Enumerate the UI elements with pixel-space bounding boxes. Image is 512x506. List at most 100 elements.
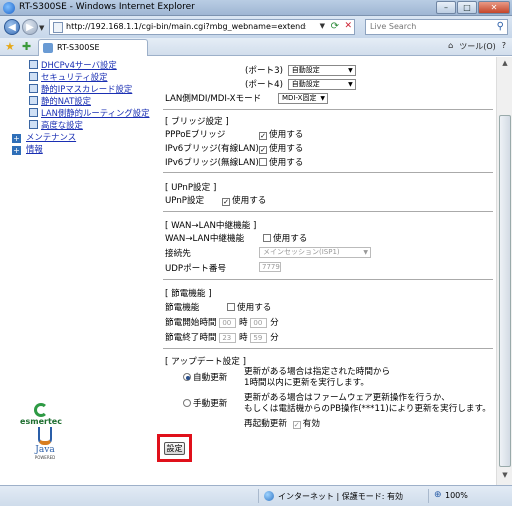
upnp-heading: [ UPnP設定 ] xyxy=(165,183,217,193)
expand-plus-icon[interactable]: + xyxy=(12,134,21,143)
sidebar-item-label[interactable]: 静的NAT設定 xyxy=(41,96,91,106)
zoom-level[interactable]: 100% xyxy=(445,491,468,500)
pppoe-bridge-checkbox-row[interactable]: ✓ 使用する xyxy=(259,128,303,140)
address-bar[interactable]: http://192.168.1.1/cgi-bin/main.cgi?mbg_… xyxy=(49,19,355,35)
sidebar-item-label[interactable]: LAN側静的ルーティング設定 xyxy=(41,108,149,118)
chevron-down-icon: ▼ xyxy=(348,81,353,88)
port4-select[interactable]: 自動設定 ▼ xyxy=(287,79,356,90)
mdi-select[interactable]: MDI-X固定 ▼ xyxy=(278,93,328,104)
refresh-icon[interactable]: ⟳ xyxy=(331,21,339,32)
power-start-min-input[interactable]: 00 xyxy=(250,317,268,328)
address-url[interactable]: http://192.168.1.1/cgi-bin/main.cgi?mbg_… xyxy=(66,22,306,31)
power-checkbox[interactable] xyxy=(227,303,235,311)
address-dropdown-icon[interactable]: ▼ xyxy=(320,22,325,30)
back-button[interactable]: ◀ xyxy=(4,19,20,35)
sidebar-item-info[interactable]: + 情報 xyxy=(12,143,162,155)
auto-update-label: 自動更新 xyxy=(193,373,228,383)
manual-update-radio-row[interactable]: 手動更新 xyxy=(183,397,227,409)
power-start-hour-input[interactable]: 00 xyxy=(219,317,237,328)
port3-value: 自動設定 xyxy=(291,66,320,74)
ipv6-wireless-checkbox[interactable] xyxy=(259,158,267,166)
sidebar-item-dhcpv4[interactable]: DHCPv4サーバ設定 xyxy=(12,59,162,71)
power-end-row: 節電終了時間 23 時 59 分 xyxy=(165,331,279,343)
wanlan-checkbox-row[interactable]: 使用する xyxy=(263,232,307,244)
auto-update-radio-row[interactable]: 自動更新 xyxy=(183,371,227,383)
sidebar-item-label[interactable]: 静的IPマスカレード設定 xyxy=(41,84,132,94)
vertical-scrollbar[interactable]: ▲ ▼ xyxy=(496,57,512,485)
power-end-hour-input[interactable]: 23 xyxy=(219,332,237,343)
sidebar-item-static-ip-masquerade[interactable]: 静的IPマスカレード設定 xyxy=(12,83,162,95)
sidebar-item-advanced[interactable]: 高度な設定 xyxy=(12,119,162,131)
search-box[interactable]: Live Search ⚲ xyxy=(365,19,508,35)
reboot-update-checkbox[interactable]: ✓ xyxy=(292,421,301,429)
manual-update-desc2: もしくは電話機からのPB操作(***11)により更新を実行します。 xyxy=(244,404,491,414)
wanlan-checkbox[interactable] xyxy=(263,234,271,242)
pppoe-bridge-checkbox[interactable]: ✓ xyxy=(259,132,267,140)
power-start-row: 節電開始時間 00 時 00 分 xyxy=(165,316,279,328)
power-checkbox-row[interactable]: 使用する xyxy=(227,301,271,313)
scroll-down-icon[interactable]: ▼ xyxy=(499,471,511,483)
sidebar-item-lan-static-routing[interactable]: LAN側静的ルーティング設定 xyxy=(12,107,162,119)
ipv6-wireless-checkbox-row[interactable]: 使用する xyxy=(259,156,303,168)
sidebar-item-label[interactable]: 高度な設定 xyxy=(41,120,83,130)
add-favorite-icon[interactable]: ✚ xyxy=(22,40,31,53)
sidebar-item-label[interactable]: メンテナンス xyxy=(26,132,76,142)
stop-icon[interactable]: ✕ xyxy=(344,21,352,31)
manual-update-radio[interactable] xyxy=(183,399,191,407)
java-cup-icon xyxy=(38,427,52,445)
zoom-icon[interactable]: ⊕ xyxy=(434,490,442,500)
java-logo: Java POWERED xyxy=(32,427,58,460)
upnp-checkbox[interactable]: ✓ xyxy=(222,198,230,206)
scrollbar-thumb[interactable] xyxy=(499,115,511,467)
sidebar-item-label[interactable]: 情報 xyxy=(26,144,43,154)
page-icon xyxy=(29,120,38,129)
recent-pages-dropdown-icon[interactable]: ▼ xyxy=(39,24,44,32)
home-icon[interactable]: ⌂ xyxy=(448,41,453,52)
sidebar-item-label[interactable]: セキュリティ設定 xyxy=(41,72,108,82)
search-placeholder[interactable]: Live Search xyxy=(370,22,416,31)
mdi-value: MDI-X固定 xyxy=(282,94,317,102)
ipv6-wired-checkbox[interactable]: ✓ xyxy=(259,146,267,154)
forward-button[interactable]: ▶ xyxy=(22,19,38,35)
use-label: 使用する xyxy=(269,144,304,154)
upnp-checkbox-row[interactable]: ✓ 使用する xyxy=(222,194,266,206)
favorites-star-icon[interactable]: ★ xyxy=(5,40,15,53)
esmertec-swirl-icon xyxy=(34,403,48,417)
chevron-down-icon: ▼ xyxy=(320,95,325,102)
chevron-down-icon: ▼ xyxy=(363,249,368,256)
sidebar-item-label[interactable]: DHCPv4サーバ設定 xyxy=(41,60,117,70)
scroll-up-icon[interactable]: ▲ xyxy=(499,59,511,71)
dest-value: メインセッション(ISP1) xyxy=(263,248,340,256)
tab-bar: ★ ✚ RT-S300SE ⌂ ツール(O) ? xyxy=(0,38,512,56)
tools-menu[interactable]: ツール(O) xyxy=(459,41,496,52)
search-icon[interactable]: ⚲ xyxy=(497,21,504,32)
power-heading: [ 節電機能 ] xyxy=(165,289,212,299)
submit-highlight: 設定 xyxy=(157,434,192,462)
dest-select[interactable]: メインセッション(ISP1) ▼ xyxy=(259,247,371,258)
power-end-min-input[interactable]: 59 xyxy=(250,332,268,343)
sidebar-item-security[interactable]: セキュリティ設定 xyxy=(12,71,162,83)
minimize-button[interactable]: – xyxy=(436,1,456,14)
sidebar-item-maintenance[interactable]: + メンテナンス xyxy=(12,131,162,143)
help-icon[interactable]: ? xyxy=(502,41,506,52)
hour-unit: 時 xyxy=(239,318,248,328)
reboot-update-value: 有効 xyxy=(302,419,320,429)
divider xyxy=(163,109,493,110)
port3-select[interactable]: 自動設定 ▼ xyxy=(287,65,356,76)
status-bar: インターネット | 保護モード: 有効 ⊕ 100% xyxy=(0,485,512,506)
udp-port-input[interactable]: 7779 xyxy=(259,262,281,272)
tab-page-icon xyxy=(43,43,53,53)
internet-zone-globe-icon xyxy=(264,491,274,501)
expand-plus-icon[interactable]: + xyxy=(12,146,21,155)
maximize-button[interactable]: □ xyxy=(457,1,477,14)
auto-update-radio[interactable] xyxy=(183,373,191,381)
close-button[interactable]: ✕ xyxy=(478,1,510,14)
submit-button[interactable]: 設定 xyxy=(164,442,185,455)
udp-input-row: 7779 xyxy=(259,262,281,273)
minute-unit: 分 xyxy=(270,318,279,328)
ipv6-wired-checkbox-row[interactable]: ✓ 使用する xyxy=(259,142,303,154)
security-zone-text[interactable]: インターネット | 保護モード: 有効 xyxy=(278,491,403,502)
esmertec-wordmark: esmertec xyxy=(20,417,62,426)
tab-rt-s300se[interactable]: RT-S300SE xyxy=(38,39,148,56)
sidebar-item-static-nat[interactable]: 静的NAT設定 xyxy=(12,95,162,107)
